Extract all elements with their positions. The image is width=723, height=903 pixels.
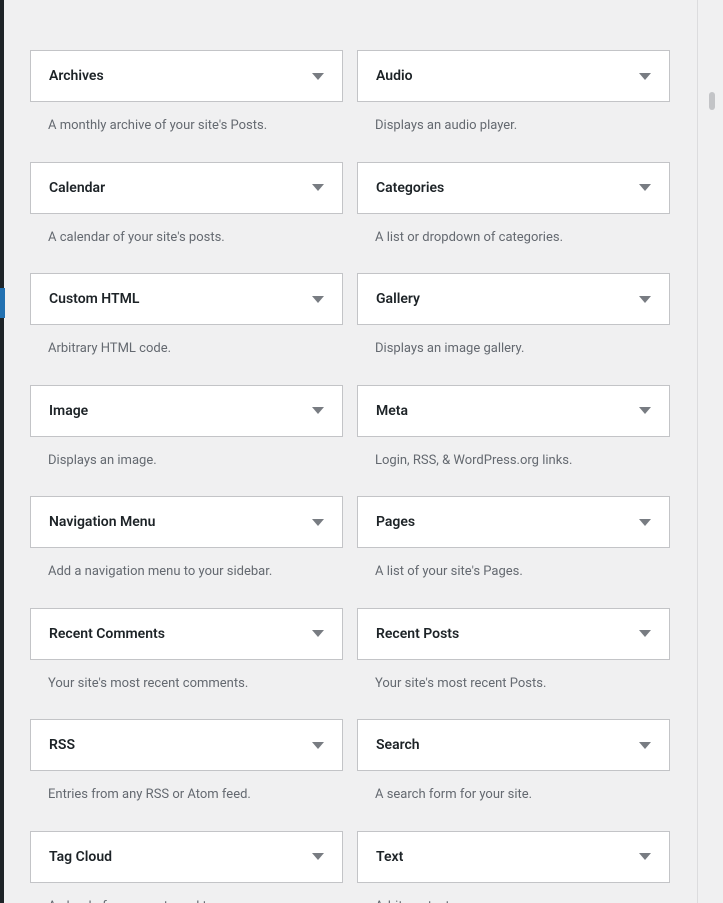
widget-toggle-archives[interactable]: Archives (30, 50, 343, 102)
chevron-down-icon (639, 742, 651, 749)
widget-item-gallery: Gallery Displays an image gallery. (357, 247, 670, 359)
widget-toggle-search[interactable]: Search (357, 719, 670, 771)
chevron-down-icon (312, 73, 324, 80)
widget-toggle-audio[interactable]: Audio (357, 50, 670, 102)
widget-item-pages: Pages A list of your site's Pages. (357, 470, 670, 582)
widget-desc: Your site's most recent comments. (30, 660, 343, 694)
widget-title: Recent Comments (49, 626, 165, 642)
widget-toggle-image[interactable]: Image (30, 385, 343, 437)
widget-desc: Your site's most recent Posts. (357, 660, 670, 694)
widget-toggle-meta[interactable]: Meta (357, 385, 670, 437)
widget-item-custom-html: Custom HTML Arbitrary HTML code. (30, 247, 343, 359)
widget-title: Categories (376, 180, 444, 196)
widget-title: Image (49, 403, 88, 419)
widget-title: Meta (376, 403, 408, 419)
widget-item-audio: Audio Displays an audio player. (357, 24, 670, 136)
widget-toggle-gallery[interactable]: Gallery (357, 273, 670, 325)
widget-toggle-pages[interactable]: Pages (357, 496, 670, 548)
widget-item-recent-comments: Recent Comments Your site's most recent … (30, 582, 343, 694)
scrollbar-thumb[interactable] (709, 92, 715, 110)
widget-desc: A cloud of your most used tags. (30, 883, 343, 903)
chevron-down-icon (312, 407, 324, 414)
widget-title: Audio (376, 68, 413, 84)
widgets-grid: Archives A monthly archive of your site'… (30, 24, 670, 903)
widget-item-meta: Meta Login, RSS, & WordPress.org links. (357, 359, 670, 471)
widget-desc: Displays an audio player. (357, 102, 670, 136)
widget-toggle-tag-cloud[interactable]: Tag Cloud (30, 831, 343, 883)
widget-toggle-rss[interactable]: RSS (30, 719, 343, 771)
widget-item-archives: Archives A monthly archive of your site'… (30, 24, 343, 136)
widget-title: Search (376, 737, 420, 753)
widget-title: Recent Posts (376, 626, 459, 642)
widget-item-recent-posts: Recent Posts Your site's most recent Pos… (357, 582, 670, 694)
widget-desc: Login, RSS, & WordPress.org links. (357, 437, 670, 471)
widget-desc: A search form for your site. (357, 771, 670, 805)
widget-desc: Arbitrary HTML code. (30, 325, 343, 359)
widget-desc: A list of your site's Pages. (357, 548, 670, 582)
admin-sidebar-edge (0, 0, 4, 903)
chevron-down-icon (639, 519, 651, 526)
widget-title: Pages (376, 514, 415, 530)
chevron-down-icon (312, 296, 324, 303)
widget-title: Custom HTML (49, 291, 139, 307)
widget-item-text: Text Arbitrary text. (357, 805, 670, 903)
widget-toggle-calendar[interactable]: Calendar (30, 162, 343, 214)
widget-desc: Arbitrary text. (357, 883, 670, 903)
chevron-down-icon (639, 407, 651, 414)
widget-item-search: Search A search form for your site. (357, 693, 670, 805)
widget-item-image: Image Displays an image. (30, 359, 343, 471)
widget-desc: Add a navigation menu to your sidebar. (30, 548, 343, 582)
widget-item-rss: RSS Entries from any RSS or Atom feed. (30, 693, 343, 805)
widget-toggle-custom-html[interactable]: Custom HTML (30, 273, 343, 325)
chevron-down-icon (312, 742, 324, 749)
chevron-down-icon (312, 630, 324, 637)
widget-desc: Entries from any RSS or Atom feed. (30, 771, 343, 805)
chevron-down-icon (312, 853, 324, 860)
widget-desc: Displays an image gallery. (357, 325, 670, 359)
widget-desc: A calendar of your site's posts. (30, 214, 343, 248)
widget-desc: Displays an image. (30, 437, 343, 471)
widget-title: Gallery (376, 291, 420, 307)
widget-title: Calendar (49, 180, 105, 196)
chevron-down-icon (639, 73, 651, 80)
widget-title: Tag Cloud (49, 849, 112, 865)
widget-title: RSS (49, 737, 75, 753)
widget-title: Navigation Menu (49, 514, 155, 530)
widget-title: Text (376, 849, 403, 865)
widget-toggle-text[interactable]: Text (357, 831, 670, 883)
widget-item-categories: Categories A list or dropdown of categor… (357, 136, 670, 248)
chevron-down-icon (312, 184, 324, 191)
widget-toggle-navigation-menu[interactable]: Navigation Menu (30, 496, 343, 548)
widget-desc: A monthly archive of your site's Posts. (30, 102, 343, 136)
chevron-down-icon (639, 296, 651, 303)
widget-desc: A list or dropdown of categories. (357, 214, 670, 248)
chevron-down-icon (639, 184, 651, 191)
widget-toggle-categories[interactable]: Categories (357, 162, 670, 214)
chevron-down-icon (312, 519, 324, 526)
widget-toggle-recent-posts[interactable]: Recent Posts (357, 608, 670, 660)
right-panel-edge (697, 0, 723, 903)
widget-title: Archives (49, 68, 104, 84)
chevron-down-icon (639, 630, 651, 637)
chevron-down-icon (639, 853, 651, 860)
admin-sidebar-active-indicator (0, 288, 5, 318)
widget-item-calendar: Calendar A calendar of your site's posts… (30, 136, 343, 248)
widget-item-navigation-menu: Navigation Menu Add a navigation menu to… (30, 470, 343, 582)
available-widgets-panel: Archives A monthly archive of your site'… (30, 0, 670, 903)
widget-toggle-recent-comments[interactable]: Recent Comments (30, 608, 343, 660)
panel-intro-text (34, 0, 670, 4)
widget-item-tag-cloud: Tag Cloud A cloud of your most used tags… (30, 805, 343, 903)
